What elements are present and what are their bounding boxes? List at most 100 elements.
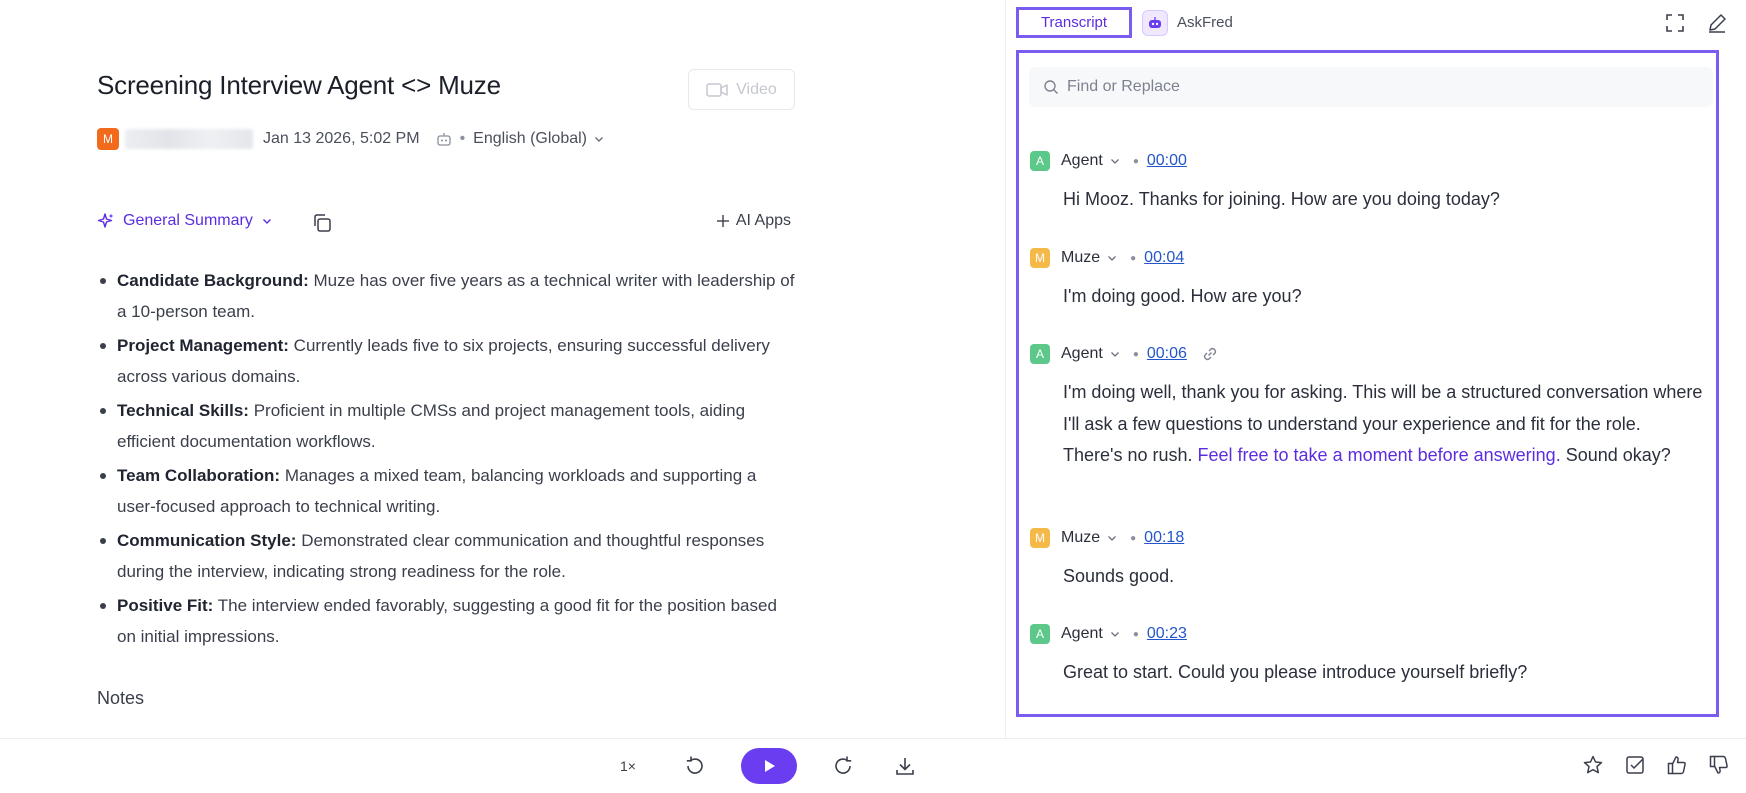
edit-pencil-icon[interactable] bbox=[1706, 12, 1728, 34]
speaker-name[interactable]: Agent bbox=[1061, 625, 1103, 643]
thumbs-up-icon[interactable] bbox=[1666, 754, 1688, 776]
app-root: Screening Interview Agent <> Muze Video … bbox=[0, 0, 1746, 793]
video-camera-icon bbox=[706, 82, 728, 98]
speaker-avatar: A bbox=[1030, 624, 1050, 644]
separator-dot: ● bbox=[1132, 628, 1139, 640]
forward-icon[interactable] bbox=[831, 754, 855, 778]
timestamp-link[interactable]: 00:18 bbox=[1144, 529, 1184, 547]
list-item: Positive Fit: The interview ended favora… bbox=[97, 590, 797, 652]
utterance-text: I'm doing well, thank you for asking. Th… bbox=[1063, 377, 1703, 472]
list-item: Project Management: Currently leads five… bbox=[97, 330, 797, 392]
thumbs-down-icon[interactable] bbox=[1708, 754, 1730, 776]
chevron-down-icon[interactable] bbox=[1106, 532, 1118, 544]
summary-type-selector[interactable]: General Summary bbox=[97, 212, 273, 230]
plus-icon bbox=[716, 214, 730, 228]
chevron-down-icon bbox=[261, 215, 273, 227]
link-icon[interactable] bbox=[1201, 345, 1219, 363]
separator-dot: ● bbox=[1130, 532, 1137, 544]
timestamp-link[interactable]: 00:23 bbox=[1147, 625, 1187, 643]
summary-toolbar: General Summary AI Apps bbox=[97, 212, 797, 234]
summary-pane: Screening Interview Agent <> Muze Video … bbox=[0, 0, 1005, 738]
owner-name-redacted bbox=[125, 129, 253, 149]
video-button[interactable]: Video bbox=[688, 69, 795, 110]
speaker-name[interactable]: Muze bbox=[1061, 529, 1100, 547]
speaker-avatar: M bbox=[1030, 248, 1050, 268]
summary-item-heading: Team Collaboration: bbox=[117, 466, 281, 485]
transcript-entry: A Agent ● 00:06 I'm doing well, thank yo… bbox=[1030, 343, 1710, 472]
utterance-text: Great to start. Could you please introdu… bbox=[1063, 662, 1528, 682]
speaker-avatar: A bbox=[1030, 151, 1050, 171]
robot-icon bbox=[1142, 9, 1168, 36]
transcript-entry: M Muze ● 00:18 Sounds good. bbox=[1030, 527, 1710, 593]
copy-icon[interactable] bbox=[311, 212, 333, 234]
page-title: Screening Interview Agent <> Muze bbox=[97, 70, 501, 100]
notes-heading[interactable]: Notes bbox=[97, 688, 144, 709]
meeting-date: Jan 13 2026, 5:02 PM bbox=[263, 130, 420, 147]
tab-transcript[interactable]: Transcript bbox=[1016, 7, 1132, 38]
utterance-text: I'm doing good. How are you? bbox=[1063, 286, 1302, 306]
separator-dot: ● bbox=[1130, 252, 1137, 264]
playback-speed-button[interactable]: 1× bbox=[620, 758, 636, 774]
list-item: Technical Skills: Proficient in multiple… bbox=[97, 395, 797, 457]
download-icon[interactable] bbox=[893, 754, 917, 778]
utterance-text: Hi Mooz. Thanks for joining. How are you… bbox=[1063, 189, 1500, 209]
timestamp-link[interactable]: 00:04 bbox=[1144, 249, 1184, 267]
speaker-name[interactable]: Agent bbox=[1061, 152, 1103, 170]
utterance-text-part: Sound okay? bbox=[1560, 445, 1671, 465]
speaker-name[interactable]: Muze bbox=[1061, 249, 1100, 267]
chevron-down-icon[interactable] bbox=[1109, 628, 1121, 640]
speaker-name[interactable]: Agent bbox=[1061, 345, 1103, 363]
chevron-down-icon bbox=[593, 133, 605, 145]
transcript-panel: A Agent ● 00:00 Hi Mooz. Thanks for join… bbox=[1016, 50, 1719, 717]
summary-type-label: General Summary bbox=[123, 212, 253, 229]
meta-separator: • bbox=[459, 130, 466, 147]
list-item: Communication Style: Demonstrated clear … bbox=[97, 525, 797, 587]
rewind-icon[interactable] bbox=[683, 754, 707, 778]
checkbox-icon[interactable] bbox=[1624, 754, 1646, 776]
summary-item-heading: Technical Skills: bbox=[117, 401, 249, 420]
summary-item-heading: Project Management: bbox=[117, 336, 289, 355]
chevron-down-icon[interactable] bbox=[1109, 155, 1121, 167]
sparkle-icon bbox=[97, 212, 115, 230]
list-item: Team Collaboration: Manages a mixed team… bbox=[97, 460, 797, 522]
separator-dot: ● bbox=[1132, 155, 1139, 167]
search-icon bbox=[1043, 79, 1059, 95]
list-item: Candidate Background: Muze has over five… bbox=[97, 265, 797, 327]
owner-avatar[interactable]: M bbox=[97, 128, 119, 150]
player-bar: 1× bbox=[0, 738, 1746, 793]
pane-divider bbox=[1005, 0, 1006, 738]
chevron-down-icon[interactable] bbox=[1106, 252, 1118, 264]
play-button[interactable] bbox=[741, 748, 797, 784]
speaker-avatar: M bbox=[1030, 528, 1050, 548]
star-icon[interactable] bbox=[1582, 754, 1604, 776]
chevron-down-icon[interactable] bbox=[1109, 348, 1121, 360]
summary-list: Candidate Background: Muze has over five… bbox=[97, 265, 797, 655]
panel-tabs: Transcript AskFred bbox=[1016, 7, 1233, 38]
highlighted-phrase[interactable]: Feel free to take a moment before answer… bbox=[1198, 445, 1561, 465]
panel-actions bbox=[1664, 12, 1728, 34]
timestamp-link[interactable]: 00:06 bbox=[1147, 345, 1187, 363]
ai-apps-button[interactable]: AI Apps bbox=[716, 212, 791, 230]
language-label: English (Global) bbox=[473, 130, 587, 147]
feedback-actions bbox=[1582, 754, 1730, 776]
tab-askfred[interactable]: AskFred bbox=[1142, 9, 1233, 36]
transcript-entry: A Agent ● 00:23 Great to start. Could yo… bbox=[1030, 623, 1710, 689]
transcript-entry: M Muze ● 00:04 I'm doing good. How are y… bbox=[1030, 247, 1710, 313]
ai-apps-label: AI Apps bbox=[735, 212, 791, 229]
separator-dot: ● bbox=[1132, 348, 1139, 360]
play-icon bbox=[761, 758, 777, 774]
tab-askfred-label: AskFred bbox=[1177, 14, 1233, 31]
bot-icon bbox=[436, 131, 452, 147]
find-replace-bar bbox=[1029, 67, 1713, 107]
expand-icon[interactable] bbox=[1664, 12, 1686, 34]
summary-item-heading: Communication Style: bbox=[117, 531, 297, 550]
summary-item-text: The interview ended favorably, suggestin… bbox=[117, 596, 777, 646]
transcript-entry: A Agent ● 00:00 Hi Mooz. Thanks for join… bbox=[1030, 150, 1710, 216]
speaker-avatar: A bbox=[1030, 344, 1050, 364]
summary-item-heading: Candidate Background: bbox=[117, 271, 309, 290]
summary-item-heading: Positive Fit: bbox=[117, 596, 214, 615]
utterance-text: Sounds good. bbox=[1063, 566, 1175, 586]
search-input[interactable] bbox=[1067, 78, 1667, 96]
language-selector[interactable]: English (Global) bbox=[473, 130, 605, 148]
timestamp-link[interactable]: 00:00 bbox=[1147, 152, 1187, 170]
